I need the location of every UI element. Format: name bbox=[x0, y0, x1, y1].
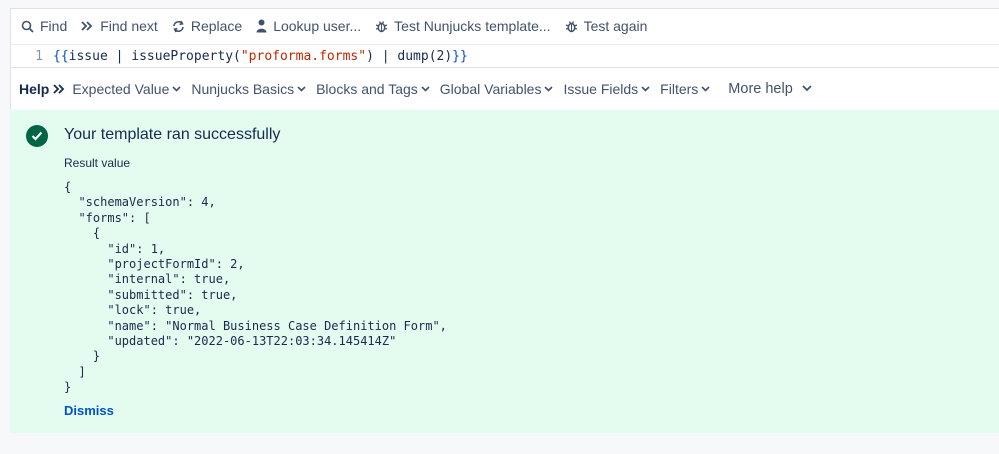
chevron-down-icon bbox=[701, 85, 710, 92]
code-editor[interactable]: 1 {{issue | issueProperty("proforma.form… bbox=[11, 44, 999, 68]
help-item-label: Global Variables bbox=[439, 80, 542, 97]
test-again-label: Test again bbox=[583, 18, 648, 34]
dismiss-link[interactable]: Dismiss bbox=[64, 403, 114, 418]
code-expression: issue | issueProperty( bbox=[68, 49, 241, 64]
help-bar: Help Expected Value Nunjucks Basics Bloc… bbox=[10, 68, 999, 109]
help-item-label: More help bbox=[728, 80, 793, 97]
code-line[interactable]: {{issue | issueProperty("proforma.forms"… bbox=[51, 49, 468, 64]
double-chevron-right-icon bbox=[53, 83, 65, 94]
check-circle-icon bbox=[26, 125, 48, 147]
chevron-down-icon bbox=[421, 85, 430, 92]
bug-icon bbox=[375, 20, 388, 32]
lookup-user-button[interactable]: Lookup user... bbox=[256, 18, 361, 34]
success-result-panel: Your template ran successfully Result va… bbox=[10, 110, 999, 433]
help-filters[interactable]: Filters bbox=[660, 81, 710, 97]
replace-button[interactable]: Replace bbox=[172, 18, 242, 34]
search-icon bbox=[21, 20, 34, 33]
code-close-brace: }} bbox=[452, 49, 468, 64]
test-template-label: Test Nunjucks template... bbox=[394, 18, 551, 34]
test-again-button[interactable]: Test again bbox=[565, 18, 648, 34]
help-item-label: Issue Fields bbox=[563, 80, 639, 97]
replace-label: Replace bbox=[190, 18, 243, 34]
result-subtitle: Result value bbox=[64, 156, 131, 170]
line-number: 1 bbox=[35, 49, 43, 64]
help-global-variables[interactable]: Global Variables bbox=[440, 81, 554, 97]
find-button[interactable]: Find bbox=[21, 18, 67, 34]
help-item-label: Filters bbox=[660, 80, 699, 97]
find-next-button[interactable]: Find next bbox=[81, 18, 158, 34]
code-string: "proforma.forms" bbox=[240, 49, 367, 64]
help-nunjucks-basics[interactable]: Nunjucks Basics bbox=[191, 81, 306, 97]
help-item-label: Expected Value bbox=[72, 80, 170, 97]
result-title: Your template ran successfully bbox=[64, 126, 281, 143]
bug-icon bbox=[565, 20, 577, 32]
help-label: Help bbox=[19, 80, 50, 97]
lookup-user-label: Lookup user... bbox=[273, 18, 362, 34]
help-more-help[interactable]: More help bbox=[728, 80, 812, 97]
help-item-label: Blocks and Tags bbox=[316, 80, 418, 97]
help-expected-value[interactable]: Expected Value bbox=[72, 81, 181, 97]
user-icon bbox=[256, 19, 267, 33]
help-item-label: Nunjucks Basics bbox=[191, 80, 295, 97]
chevron-down-icon bbox=[172, 85, 181, 92]
code-open-brace: {{ bbox=[53, 49, 69, 64]
replace-icon bbox=[173, 20, 184, 32]
code-filter: ) | dump(2) bbox=[366, 49, 453, 64]
chevron-down-icon bbox=[544, 85, 554, 92]
find-next-label: Find next bbox=[100, 18, 158, 34]
chevron-down-icon bbox=[802, 85, 812, 92]
test-template-button[interactable]: Test Nunjucks template... bbox=[375, 18, 551, 34]
find-label: Find bbox=[40, 18, 68, 34]
template-editor-frame: Find Find next Replace Lookup user... Te… bbox=[10, 8, 999, 68]
editor-toolbar: Find Find next Replace Lookup user... Te… bbox=[11, 9, 999, 43]
help-blocks-and-tags[interactable]: Blocks and Tags bbox=[316, 81, 430, 97]
help-issue-fields[interactable]: Issue Fields bbox=[563, 81, 650, 97]
chevron-down-icon bbox=[297, 85, 306, 92]
result-value: { "schemaVersion": 4, "forms": [ { "id":… bbox=[64, 180, 447, 395]
chevron-down-icon bbox=[641, 85, 650, 92]
double-chevron-right-icon bbox=[81, 21, 93, 31]
